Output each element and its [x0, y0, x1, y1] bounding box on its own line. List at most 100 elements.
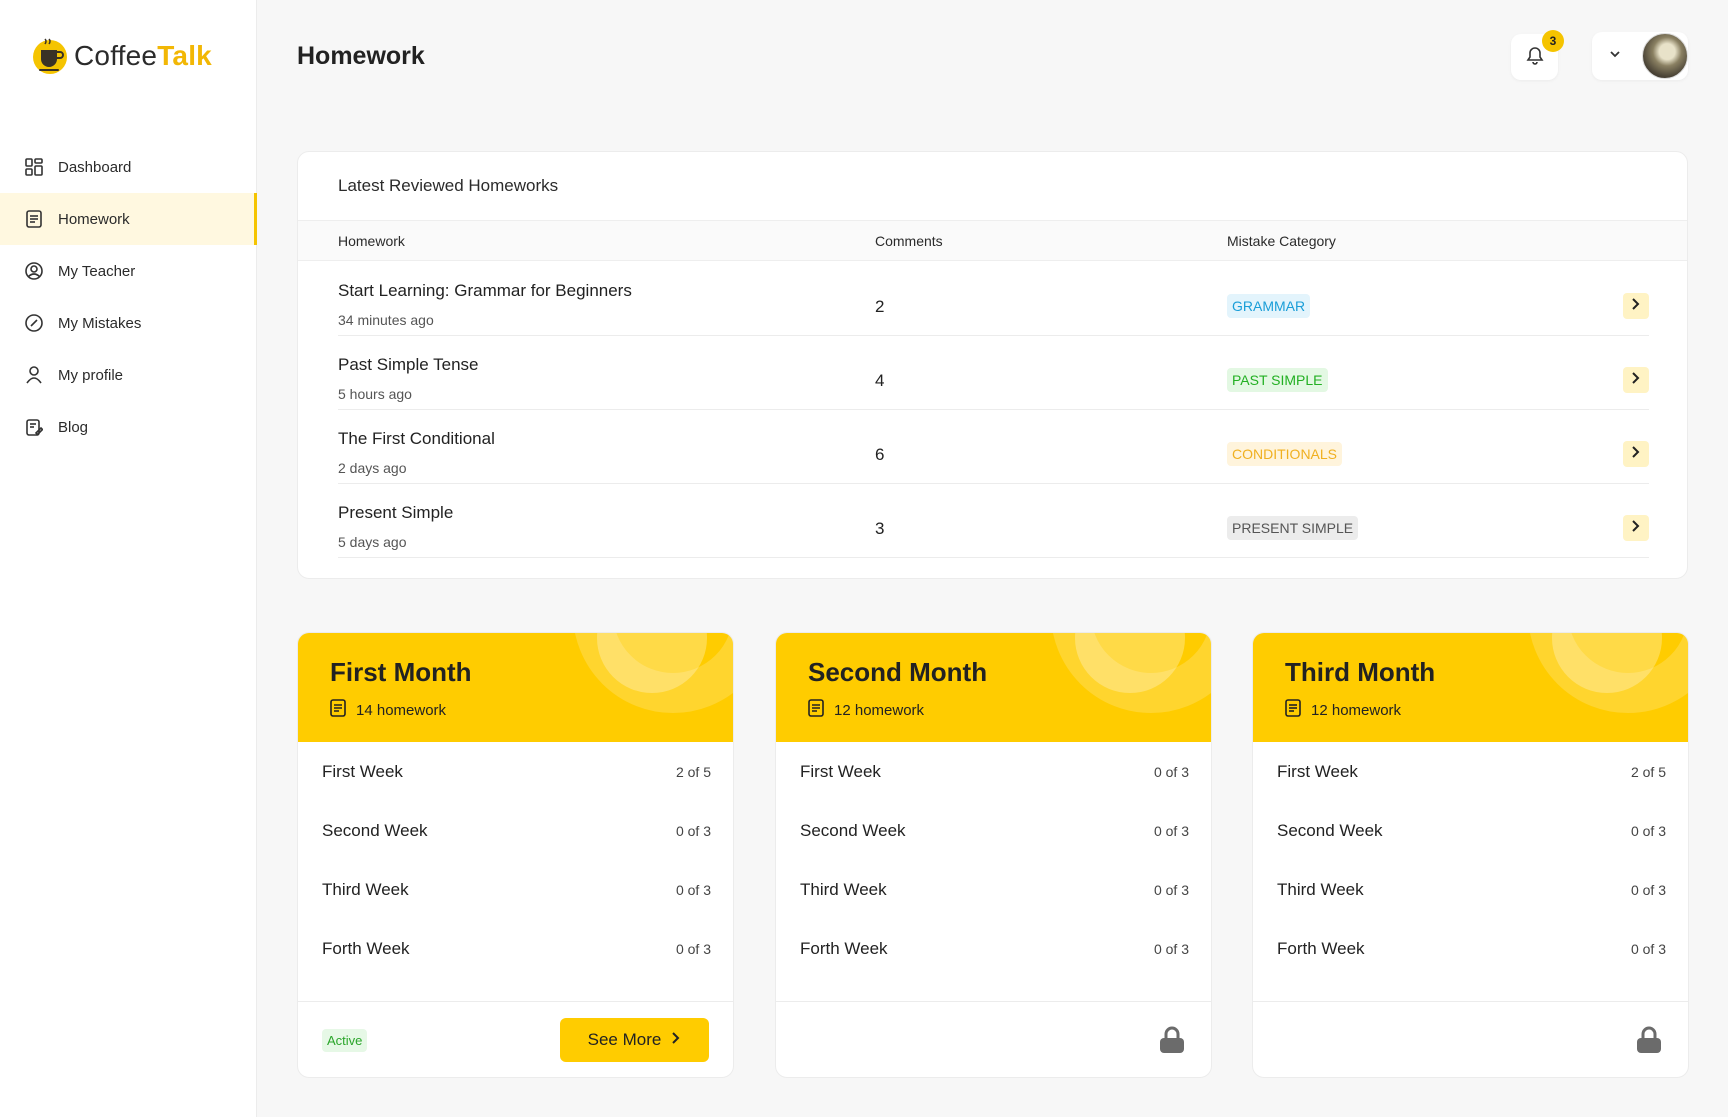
homework-title: Start Learning: Grammar for Beginners — [338, 281, 632, 300]
sidebar-item-my-mistakes[interactable]: My Mistakes — [0, 297, 257, 349]
week-row[interactable]: First Week 2 of 5 — [1277, 742, 1666, 801]
column-comments: Comments — [875, 233, 943, 249]
homework-time: 2 days ago — [338, 460, 407, 476]
week-name: Forth Week — [1277, 938, 1365, 958]
profile-icon — [24, 365, 44, 385]
week-name: First Week — [1277, 761, 1358, 781]
week-row[interactable]: First Week 0 of 3 — [800, 742, 1189, 801]
week-row[interactable]: First Week 2 of 5 — [322, 742, 711, 801]
chevron-right-icon — [1630, 297, 1642, 316]
homework-icon — [808, 699, 824, 721]
homework-time: 34 minutes ago — [338, 312, 434, 328]
week-progress: 0 of 3 — [1153, 822, 1189, 839]
dashboard-icon — [24, 157, 44, 177]
notifications-button[interactable]: 3 — [1511, 30, 1564, 80]
table-header: Homework Comments Mistake Category — [298, 220, 1687, 261]
homework-count-label: 14 homework — [356, 701, 447, 719]
chevron-down-icon — [1608, 47, 1622, 66]
homework-count-label: 12 homework — [834, 701, 925, 719]
month-title: First Month — [330, 657, 472, 687]
week-name: Third Week — [322, 879, 409, 899]
week-progress: 0 of 3 — [675, 881, 711, 898]
blog-icon — [24, 417, 44, 437]
see-more-label: See More — [587, 1030, 662, 1049]
week-name: Third Week — [800, 879, 887, 899]
mistake-category-badge: CONDITIONALS — [1227, 442, 1343, 466]
week-progress: 0 of 3 — [675, 940, 711, 957]
mistake-category-badge: GRAMMAR — [1227, 294, 1311, 318]
week-progress: 2 of 5 — [1630, 763, 1666, 780]
week-name: Forth Week — [322, 938, 410, 958]
open-homework-button[interactable] — [1623, 293, 1649, 319]
week-progress: 0 of 3 — [1153, 763, 1189, 780]
homework-icon — [1285, 699, 1301, 721]
teacher-icon — [24, 261, 44, 281]
week-name: Second Week — [800, 820, 906, 840]
homework-count-label: 12 homework — [1311, 701, 1402, 719]
week-progress: 0 of 3 — [1630, 940, 1666, 957]
month-card-header: First Month 14 homework — [298, 633, 733, 742]
week-name: Third Week — [1277, 879, 1364, 899]
table-row[interactable]: Past Simple Tense 5 hours ago 4 PAST SIMPLE — [338, 336, 1649, 410]
user-menu-button[interactable] — [1592, 32, 1688, 80]
week-list: First Week 2 of 5 Second Week 0 of 3 Third W… — [1277, 742, 1666, 978]
sidebar-nav: Dashboard Homework My Teacher My Mistake… — [0, 141, 257, 453]
homework-time: 5 days ago — [338, 534, 407, 550]
comments-count: 6 — [875, 445, 885, 464]
bell-icon — [1525, 45, 1545, 70]
week-row[interactable]: Forth Week 0 of 3 — [322, 919, 711, 978]
sidebar-item-my-profile[interactable]: My profile — [0, 349, 257, 401]
month-title: Second Month — [808, 657, 988, 687]
week-name: Second Week — [322, 820, 428, 840]
lock-icon — [1159, 1026, 1185, 1054]
table-row[interactable]: Start Learning: Grammar for Beginners 34 … — [338, 262, 1649, 336]
see-more-button[interactable]: See More — [560, 1018, 709, 1062]
logo-text: CoffeeTalk — [74, 40, 212, 71]
homework-list: Start Learning: Grammar for Beginners 34 … — [338, 262, 1649, 558]
week-row[interactable]: Third Week 0 of 3 — [800, 860, 1189, 919]
comments-count: 4 — [875, 371, 885, 390]
month-card-header: Second Month 12 homework — [776, 633, 1211, 742]
week-name: Second Week — [1277, 820, 1383, 840]
month-title: Third Month — [1285, 657, 1436, 687]
mistake-category-badge: PRESENT SIMPLE — [1227, 516, 1359, 540]
week-row[interactable]: Second Week 0 of 3 — [800, 801, 1189, 860]
open-homework-button[interactable] — [1623, 367, 1649, 393]
homework-title: The First Conditional — [338, 429, 495, 448]
month-card: Third Month 12 homework First Week 2 of 5 Se… — [1252, 632, 1689, 1078]
week-row[interactable]: Third Week 0 of 3 — [1277, 860, 1666, 919]
table-row[interactable]: Present Simple 5 days ago 3 PRESENT SIMPLE — [338, 484, 1649, 558]
card-title: Latest Reviewed Homeworks — [338, 176, 559, 195]
week-row[interactable]: Third Week 0 of 3 — [322, 860, 711, 919]
week-name: First Week — [800, 761, 881, 781]
lock-icon — [1636, 1026, 1662, 1054]
open-homework-button[interactable] — [1623, 441, 1649, 467]
sidebar-item-label: Homework — [58, 210, 130, 228]
open-homework-button[interactable] — [1623, 515, 1649, 541]
chevron-right-icon — [671, 1030, 681, 1050]
week-progress: 0 of 3 — [675, 822, 711, 839]
week-row[interactable]: Forth Week 0 of 3 — [1277, 919, 1666, 978]
sidebar-item-my-teacher[interactable]: My Teacher — [0, 245, 257, 297]
month-card: First Month 14 homework First Week 2 of 5 Se… — [297, 632, 734, 1078]
week-progress: 0 of 3 — [1153, 940, 1189, 957]
table-row[interactable]: The First Conditional 2 days ago 6 CONDITIO… — [338, 410, 1649, 484]
sidebar-item-label: My Mistakes — [58, 314, 142, 332]
month-card-footer — [776, 1001, 1211, 1077]
latest-reviewed-card: Latest Reviewed Homeworks Homework Comme… — [297, 151, 1688, 579]
homework-icon — [330, 699, 346, 721]
sidebar-item-homework[interactable]: Homework — [0, 193, 257, 245]
month-card-header: Third Month 12 homework — [1253, 633, 1688, 742]
sidebar-item-label: Dashboard — [58, 158, 132, 176]
sidebar-item-dashboard[interactable]: Dashboard — [0, 141, 257, 193]
week-row[interactable]: Second Week 0 of 3 — [322, 801, 711, 860]
week-row[interactable]: Second Week 0 of 3 — [1277, 801, 1666, 860]
sidebar-item-blog[interactable]: Blog — [0, 401, 257, 453]
homework-count: 14 homework — [330, 699, 446, 721]
chevron-right-icon — [1630, 519, 1642, 538]
week-progress: 0 of 3 — [1630, 822, 1666, 839]
week-row[interactable]: Forth Week 0 of 3 — [800, 919, 1189, 978]
column-mistake-category: Mistake Category — [1227, 233, 1336, 249]
logo[interactable]: CoffeeTalk — [30, 36, 212, 76]
homework-count: 12 homework — [808, 699, 924, 721]
